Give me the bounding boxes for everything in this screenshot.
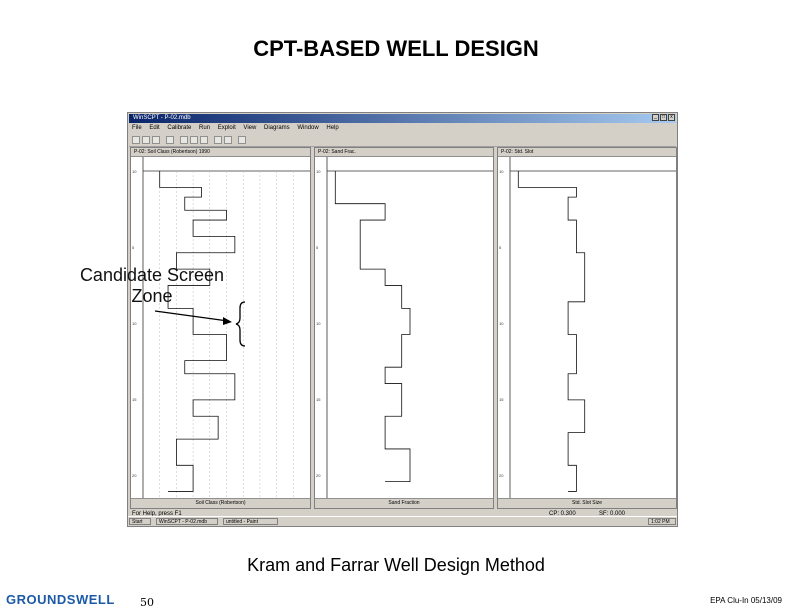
depth-tick-label: 10 (499, 169, 504, 174)
menu-view[interactable]: View (243, 125, 256, 131)
new-icon[interactable] (132, 136, 140, 144)
slot-size-svg: 10 5 10 15 20 (499, 157, 676, 498)
menu-diagrams[interactable]: Diagrams (264, 125, 290, 131)
depth-tick-label: 5 (316, 245, 319, 250)
task-winscpt[interactable]: WinSCPT - P-02.mdb (156, 518, 218, 525)
depth-tick-label: 20 (316, 473, 321, 478)
minimize-button[interactable]: _ (652, 114, 659, 121)
soil-class-plot: 10 5 10 15 20 (131, 157, 310, 498)
taskbar: Start WinSCPT - P-02.mdb untitled - Pain… (128, 516, 677, 526)
task-paint[interactable]: untitled - Paint (223, 518, 278, 525)
panel-slot-size[interactable]: P-02: Std. Slot 10 5 10 15 20 Std. Slot Size (497, 147, 677, 509)
copy-icon[interactable] (190, 136, 198, 144)
menu-edit[interactable]: Edit (149, 125, 159, 131)
candidate-screen-zone-label: Candidate Screen Zone (79, 265, 225, 306)
slide-title: CPT-BASED WELL DESIGN (253, 36, 539, 61)
panel-status: Std. Slot Size (498, 498, 676, 508)
window-titlebar: WinSCPT - P-02.mdb (129, 114, 676, 123)
depth-tick-label: 10 (132, 169, 137, 174)
profile-trace (159, 171, 236, 492)
depth-tick-label: 15 (499, 397, 504, 402)
toolbar (129, 134, 676, 147)
app-window: WinSCPT - P-02.mdb _ □ x File Edit Calib… (127, 112, 678, 527)
footer-text: EPA Clu-In 05/13/09 (710, 596, 782, 605)
depth-tick-label: 10 (316, 321, 321, 326)
close-button[interactable]: x (668, 114, 675, 121)
menu-calibrate[interactable]: Calibrate (167, 125, 191, 131)
panel-title: P-02: Std. Slot (498, 148, 676, 157)
open-icon[interactable] (142, 136, 150, 144)
window-title: WinSCPT - P-02.mdb (133, 115, 191, 121)
chart-icon[interactable] (214, 136, 222, 144)
sand-fraction-plot: 10 5 10 15 20 (315, 157, 493, 498)
start-button[interactable]: Start (129, 518, 151, 525)
depth-tick-label: 15 (132, 397, 137, 402)
menu-run[interactable]: Run (199, 125, 210, 131)
groundswell-logo: GROUNDSWELL (6, 592, 115, 607)
depth-tick-label: 5 (132, 245, 135, 250)
cut-icon[interactable] (180, 136, 188, 144)
print-icon[interactable] (166, 136, 174, 144)
depth-tick-label: 5 (499, 245, 502, 250)
help-icon[interactable] (238, 136, 246, 144)
depth-tick-label: 15 (316, 397, 321, 402)
menu-exploit[interactable]: Exploit (218, 125, 236, 131)
clock: 1:02 PM (648, 518, 676, 525)
save-icon[interactable] (152, 136, 160, 144)
depth-tick-label: 10 (316, 169, 321, 174)
profile-trace (334, 171, 411, 483)
page-number: 50 (140, 596, 154, 609)
paste-icon[interactable] (200, 136, 208, 144)
panel-sand-fraction[interactable]: P-02: Sand Frac. 10 5 10 15 20 Sand Fraction (314, 147, 494, 509)
depth-tick-label: 20 (132, 473, 137, 478)
sand-fraction-svg: 10 5 10 15 20 (316, 157, 493, 498)
profile-trace (517, 171, 586, 492)
depth-tick-label: 10 (499, 321, 504, 326)
slide-caption: Kram and Farrar Well Design Method (247, 555, 545, 575)
menu-window[interactable]: Window (297, 125, 318, 131)
maximize-button[interactable]: □ (660, 114, 667, 121)
panel-soil-class[interactable]: P-02: Soil Class (Robertson) 1990 10 5 10 1… (130, 147, 311, 509)
menu-bar: File Edit Calibrate Run Exploit View Dia… (129, 124, 676, 133)
menu-file[interactable]: File (132, 125, 142, 131)
soil-class-svg: 10 5 10 15 20 (132, 157, 310, 498)
depth-tick-label: 20 (499, 473, 504, 478)
panel-title: P-02: Soil Class (Robertson) 1990 (131, 148, 310, 157)
zoom-icon[interactable] (224, 136, 232, 144)
panel-status: Sand Fraction (315, 498, 493, 508)
depth-tick-label: 10 (132, 321, 137, 326)
panel-status: Soil Class (Robertson) (131, 498, 310, 508)
slot-size-plot: 10 5 10 15 20 (498, 157, 676, 498)
menu-help[interactable]: Help (326, 125, 338, 131)
panel-title: P-02: Sand Frac. (315, 148, 493, 157)
